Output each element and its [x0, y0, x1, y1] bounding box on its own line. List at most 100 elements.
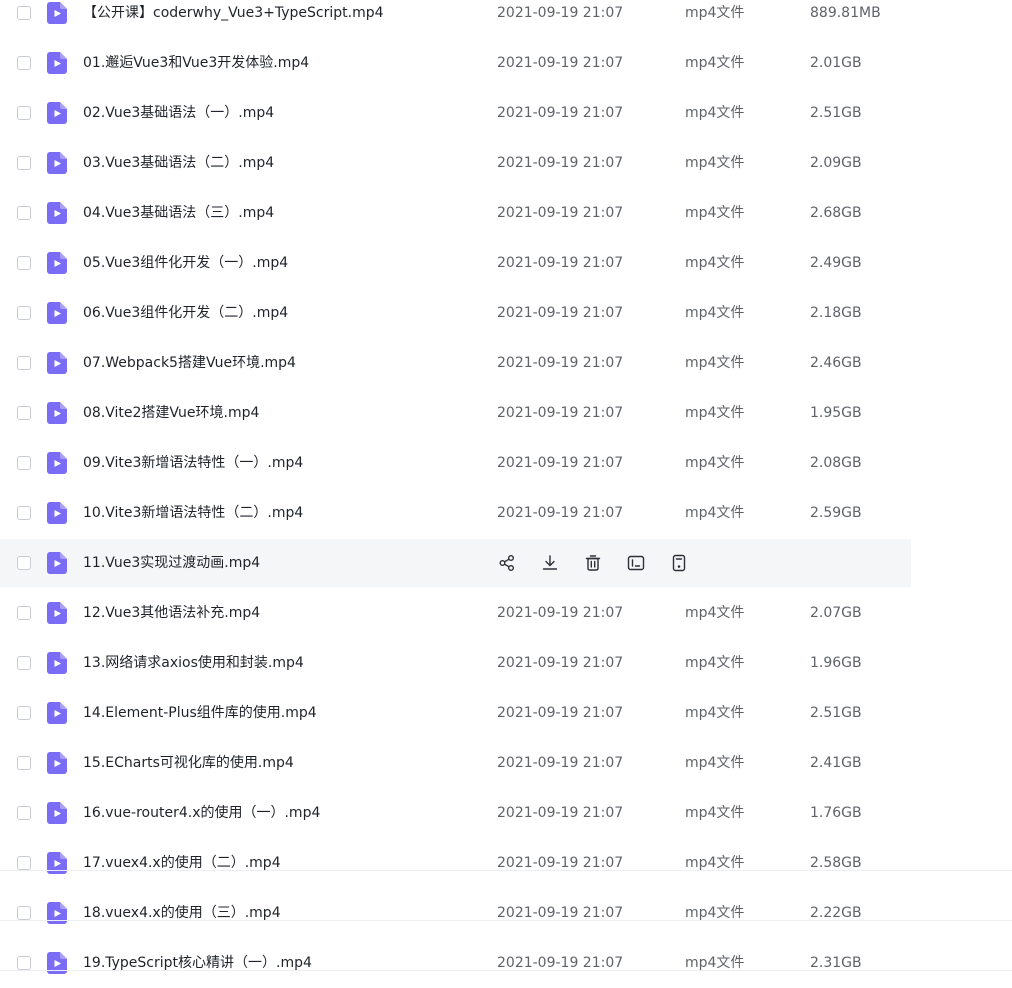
file-row[interactable]: 11.Vue3实现过渡动画.mp4 [0, 538, 1012, 588]
file-name[interactable]: 04.Vue3基础语法（三）.mp4 [83, 203, 274, 223]
row-checkbox[interactable] [17, 506, 31, 520]
rename-button[interactable] [626, 553, 646, 573]
file-row[interactable]: 03.Vue3基础语法（二）.mp4 2021-09-19 21:07 mp4文件 2… [0, 138, 1012, 188]
file-size: 2.51GB [810, 105, 862, 121]
row-checkbox[interactable] [17, 456, 31, 470]
row-checkbox[interactable] [17, 906, 31, 920]
file-name[interactable]: 06.Vue3组件化开发（二）.mp4 [83, 303, 288, 323]
row-checkbox[interactable] [17, 706, 31, 720]
file-row[interactable]: 19.TypeScript核心精讲（一）.mp4 2021-09-19 21:07… [0, 938, 1012, 988]
share-icon [498, 554, 516, 572]
file-size: 2.09GB [810, 155, 862, 171]
row-checkbox[interactable] [17, 756, 31, 770]
video-file-icon [47, 502, 67, 524]
file-modified-date: 2021-09-19 21:07 [497, 155, 624, 171]
file-size: 2.59GB [810, 505, 862, 521]
file-name[interactable]: 08.Vite2搭建Vue环境.mp4 [83, 403, 259, 423]
file-size: 2.41GB [810, 755, 862, 771]
file-name[interactable]: 13.网络请求axios使用和封装.mp4 [83, 653, 304, 673]
video-file-icon [47, 152, 67, 174]
row-checkbox[interactable] [17, 206, 31, 220]
file-row[interactable]: 12.Vue3其他语法补充.mp4 2021-09-19 21:07 mp4文件 2.… [0, 588, 1012, 638]
file-row[interactable]: 06.Vue3组件化开发（二）.mp4 2021-09-19 21:07 mp4文件… [0, 288, 1012, 338]
file-type: mp4文件 [685, 755, 745, 771]
file-type: mp4文件 [685, 405, 745, 421]
row-checkbox[interactable] [17, 406, 31, 420]
file-type: mp4文件 [685, 805, 745, 821]
file-row[interactable]: 01.邂逅Vue3和Vue3开发体验.mp4 2021-09-19 21:07 mp… [0, 38, 1012, 88]
row-checkbox[interactable] [17, 56, 31, 70]
file-name[interactable]: 14.Element-Plus组件库的使用.mp4 [83, 703, 317, 723]
download-button[interactable] [540, 553, 560, 573]
file-modified-date: 2021-09-19 21:07 [497, 405, 624, 421]
file-name[interactable]: 11.Vue3实现过渡动画.mp4 [83, 553, 260, 573]
file-name[interactable]: 07.Webpack5搭建Vue环境.mp4 [83, 353, 296, 373]
file-name[interactable]: 05.Vue3组件化开发（一）.mp4 [83, 253, 288, 273]
row-checkbox[interactable] [17, 956, 31, 970]
more-button[interactable] [669, 553, 689, 573]
file-modified-date: 2021-09-19 21:07 [497, 755, 624, 771]
file-size: 2.68GB [810, 205, 862, 221]
row-checkbox[interactable] [17, 256, 31, 270]
file-row[interactable]: 【公开课】coderwhy_Vue3+TypeScript.mp4 2021-09… [0, 0, 1012, 38]
file-name[interactable]: 16.vue-router4.x的使用（一）.mp4 [83, 803, 320, 823]
file-row[interactable]: 02.Vue3基础语法（一）.mp4 2021-09-19 21:07 mp4文件 2… [0, 88, 1012, 138]
file-modified-date: 2021-09-19 21:07 [497, 55, 624, 71]
file-size: 2.01GB [810, 55, 862, 71]
file-size: 1.76GB [810, 805, 862, 821]
file-row[interactable]: 05.Vue3组件化开发（一）.mp4 2021-09-19 21:07 mp4文件… [0, 238, 1012, 288]
file-name[interactable]: 01.邂逅Vue3和Vue3开发体验.mp4 [83, 53, 309, 73]
video-file-icon [47, 102, 67, 124]
video-file-icon [47, 452, 67, 474]
video-file-icon [47, 752, 67, 774]
file-row[interactable]: 13.网络请求axios使用和封装.mp4 2021-09-19 21:07 mp4… [0, 638, 1012, 688]
rename-icon [627, 554, 645, 572]
file-size: 2.08GB [810, 455, 862, 471]
file-type: mp4文件 [685, 355, 745, 371]
delete-button[interactable] [583, 553, 603, 573]
row-checkbox[interactable] [17, 556, 31, 570]
row-checkbox[interactable] [17, 856, 31, 870]
file-modified-date: 2021-09-19 21:07 [497, 205, 624, 221]
file-modified-date: 2021-09-19 21:07 [497, 455, 624, 471]
file-modified-date: 2021-09-19 21:07 [497, 105, 624, 121]
file-name[interactable]: 15.ECharts可视化库的使用.mp4 [83, 753, 294, 773]
file-row[interactable]: 07.Webpack5搭建Vue环境.mp4 2021-09-19 21:07 mp… [0, 338, 1012, 388]
file-modified-date: 2021-09-19 21:07 [497, 5, 624, 21]
file-row[interactable]: 04.Vue3基础语法（三）.mp4 2021-09-19 21:07 mp4文件 2… [0, 188, 1012, 238]
row-checkbox[interactable] [17, 6, 31, 20]
file-row[interactable]: 10.Vite3新增语法特性（二）.mp4 2021-09-19 21:07 mp4… [0, 488, 1012, 538]
file-name[interactable]: 02.Vue3基础语法（一）.mp4 [83, 103, 274, 123]
file-modified-date: 2021-09-19 21:07 [497, 355, 624, 371]
more-icon [670, 554, 688, 572]
share-button[interactable] [497, 553, 517, 573]
row-checkbox[interactable] [17, 156, 31, 170]
file-row[interactable]: 16.vue-router4.x的使用（一）.mp4 2021-09-19 21:… [0, 788, 1012, 838]
file-row[interactable]: 09.Vite3新增语法特性（一）.mp4 2021-09-19 21:07 mp4… [0, 438, 1012, 488]
file-row[interactable]: 18.vuex4.x的使用（三）.mp4 2021-09-19 21:07 mp4文… [0, 888, 1012, 938]
row-checkbox[interactable] [17, 806, 31, 820]
file-size: 1.96GB [810, 655, 862, 671]
file-name[interactable]: 09.Vite3新增语法特性（一）.mp4 [83, 453, 303, 473]
file-row[interactable]: 14.Element-Plus组件库的使用.mp4 2021-09-19 21:0… [0, 688, 1012, 738]
row-checkbox[interactable] [17, 106, 31, 120]
file-modified-date: 2021-09-19 21:07 [497, 605, 624, 621]
file-modified-date: 2021-09-19 21:07 [497, 255, 624, 271]
file-row[interactable]: 15.ECharts可视化库的使用.mp4 2021-09-19 21:07 mp4… [0, 738, 1012, 788]
video-file-icon [47, 652, 67, 674]
row-checkbox[interactable] [17, 356, 31, 370]
file-type: mp4文件 [685, 55, 745, 71]
video-file-icon [47, 552, 67, 574]
row-checkbox[interactable] [17, 656, 31, 670]
file-name[interactable]: 12.Vue3其他语法补充.mp4 [83, 603, 260, 623]
file-row[interactable]: 17.vuex4.x的使用（二）.mp4 2021-09-19 21:07 mp4文… [0, 838, 1012, 888]
row-divider [0, 970, 1012, 971]
file-modified-date: 2021-09-19 21:07 [497, 305, 624, 321]
file-row[interactable]: 08.Vite2搭建Vue环境.mp4 2021-09-19 21:07 mp4文件… [0, 388, 1012, 438]
file-name[interactable]: 10.Vite3新增语法特性（二）.mp4 [83, 503, 303, 523]
file-name[interactable]: 【公开课】coderwhy_Vue3+TypeScript.mp4 [83, 3, 384, 23]
file-name[interactable]: 03.Vue3基础语法（二）.mp4 [83, 153, 274, 173]
row-checkbox[interactable] [17, 306, 31, 320]
row-checkbox[interactable] [17, 606, 31, 620]
file-type: mp4文件 [685, 5, 745, 21]
